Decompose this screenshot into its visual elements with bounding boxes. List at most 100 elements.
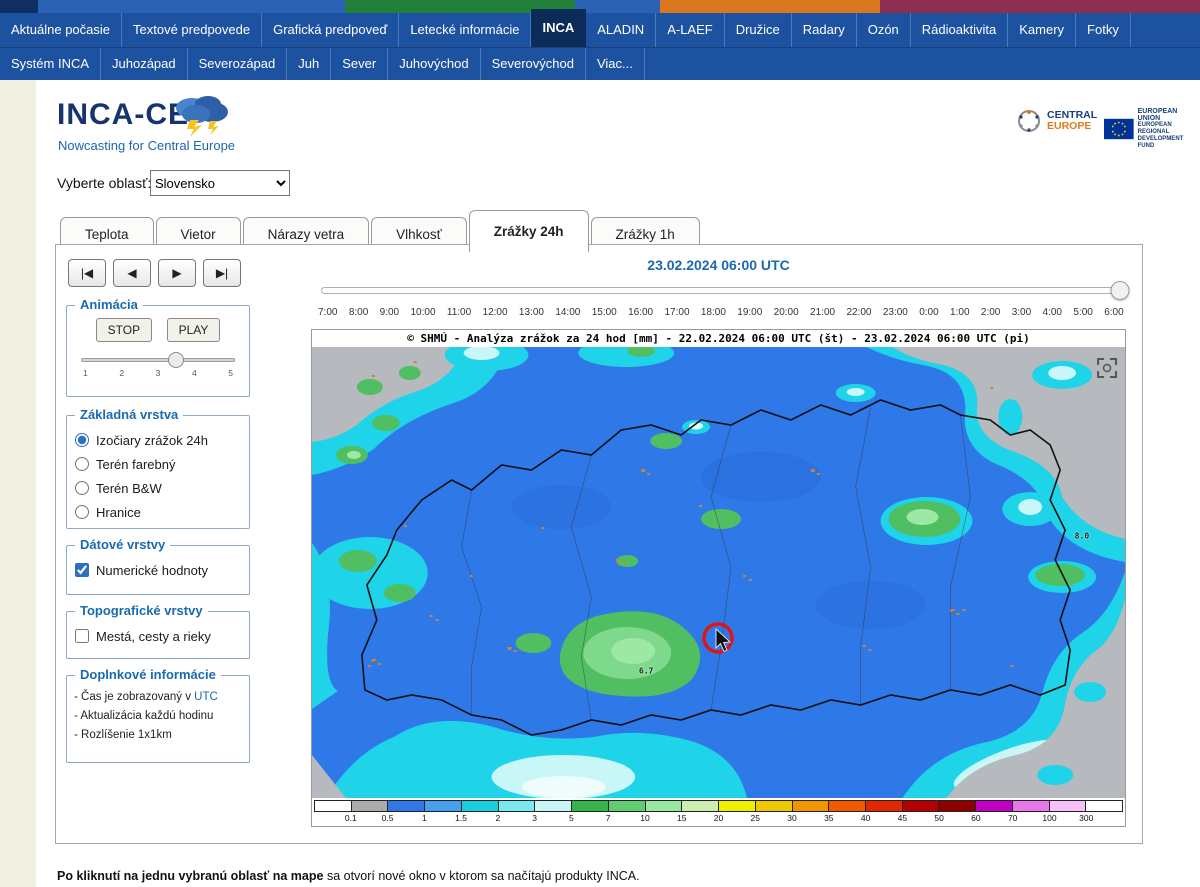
nav-tab-severovychod[interactable]: Severovýchod <box>481 48 586 80</box>
stop-button[interactable]: STOP <box>96 318 152 342</box>
speed-tick-label: 1 <box>83 368 88 378</box>
nav-tab-viac[interactable]: Viac... <box>586 48 645 80</box>
utc-link[interactable]: UTC <box>194 691 218 703</box>
radio-option-izociary-zrazok-24h[interactable]: Izočiary zrážok 24h <box>75 428 241 452</box>
nav-tab-inca[interactable]: INCA <box>531 9 586 47</box>
legend-label: 3 <box>532 813 537 823</box>
legend-label: 70 <box>1008 813 1017 823</box>
previous-frame-button[interactable]: ◀ <box>113 259 151 287</box>
speed-tick-label: 5 <box>228 368 233 378</box>
current-time-label: 23.02.2024 06:00 UTC <box>311 257 1126 273</box>
option-label: Hranice <box>96 505 141 520</box>
nav-primary: Aktuálne počasieTextové predpovedeGrafic… <box>0 13 1200 47</box>
central-europe-text-2: EUROPE <box>1047 121 1097 132</box>
legend-cell <box>646 801 683 811</box>
radio-hranice[interactable] <box>75 505 89 519</box>
nav-tab-radioaktivita[interactable]: Rádioaktivita <box>911 13 1008 47</box>
timeline-tick-label: 22:00 <box>846 307 871 318</box>
checkbox-option-mesta-cesty-a-rieky[interactable]: Mestá, cesty a rieky <box>75 624 241 648</box>
legend-label: 0.1 <box>345 813 357 823</box>
legend-cell <box>939 801 976 811</box>
radio-teren-farebny[interactable] <box>75 457 89 471</box>
legend-label: 0.5 <box>382 813 394 823</box>
step-buttons: |◀ ◀ ▶ ▶| <box>68 259 241 287</box>
legend-label: 300 <box>1079 813 1093 823</box>
nav-tab-druzice[interactable]: Družice <box>725 13 792 47</box>
topo-layers-box: Topografické vrstvy Mestá, cesty a rieky <box>66 611 250 659</box>
legend-label: 60 <box>971 813 980 823</box>
info-line: - Čas je zobrazovaný v UTC <box>74 688 242 707</box>
nav-tab-aladin[interactable]: ALADIN <box>586 13 656 47</box>
region-select[interactable]: Slovensko <box>150 170 290 196</box>
legend-cell <box>719 801 756 811</box>
nav-tab-juhovychod[interactable]: Juhovýchod <box>388 48 480 80</box>
nav-tab-system-inca[interactable]: Systém INCA <box>0 48 101 80</box>
top-strip-segment <box>575 0 660 13</box>
region-select-label: Vyberte oblasť: <box>57 175 151 191</box>
map-image[interactable]: 6.78.0 <box>312 347 1125 798</box>
timeline-tick-label: 16:00 <box>628 307 653 318</box>
nav-tab-radary[interactable]: Radary <box>792 13 857 47</box>
top-strip-segment <box>880 0 1200 13</box>
checkbox-mesta-cesty-a-rieky[interactable] <box>75 629 89 643</box>
timeline-tick-label: 21:00 <box>810 307 835 318</box>
timeline-handle[interactable] <box>1111 281 1130 300</box>
nav-tab-ozon[interactable]: Ozón <box>857 13 911 47</box>
option-label: Terén farebný <box>96 457 176 472</box>
legend-cell <box>462 801 499 811</box>
legend-cell <box>793 801 830 811</box>
legend-label: 15 <box>677 813 686 823</box>
timeline-tick-label: 7:00 <box>318 307 337 318</box>
play-button[interactable]: PLAY <box>167 318 221 342</box>
nav-tab-severozapad[interactable]: Severozápad <box>188 48 288 80</box>
checkbox-option-numericke-hodnoty[interactable]: Numerické hodnoty <box>75 558 241 582</box>
next-frame-button[interactable]: ▶ <box>158 259 196 287</box>
nav-tab-letecke-informacie[interactable]: Letecké informácie <box>399 13 531 47</box>
animation-speed-handle[interactable] <box>168 352 184 368</box>
animation-speed-scale: 12345 <box>83 368 233 378</box>
map-legend: 0.10.511.5235710152025303540455060701003… <box>312 798 1125 825</box>
nav-tab-kamery[interactable]: Kamery <box>1008 13 1076 47</box>
legend-cell <box>535 801 572 811</box>
timeline-tick-label: 4:00 <box>1043 307 1062 318</box>
nav-tab-juhozapad[interactable]: Juhozápad <box>101 48 188 80</box>
top-strip <box>0 0 1200 13</box>
timeline-tick-label: 19:00 <box>737 307 762 318</box>
nav-secondary: Systém INCAJuhozápadSeverozápadJuhSeverJ… <box>0 47 1200 80</box>
nav-tab-aktualne-pocasie[interactable]: Aktuálne počasie <box>0 13 122 47</box>
nav-tab-textove-predpovede[interactable]: Textové predpovede <box>122 13 262 47</box>
nav-tab-graficka-predpoved[interactable]: Grafická predpoveď <box>262 13 399 47</box>
radio-option-teren-b-w[interactable]: Terén B&W <box>75 476 241 500</box>
radio-izociary-zrazok-24h[interactable] <box>75 433 89 447</box>
timeline-tick-label: 14:00 <box>555 307 580 318</box>
first-frame-button[interactable]: |◀ <box>68 259 106 287</box>
legend-label: 1 <box>422 813 427 823</box>
nav-tab-a-laef[interactable]: A-LAEF <box>656 13 725 47</box>
timeline-tick-label: 17:00 <box>664 307 689 318</box>
legend-cell <box>756 801 793 811</box>
radio-option-hranice[interactable]: Hranice <box>75 500 241 524</box>
radio-option-teren-farebny[interactable]: Terén farebný <box>75 452 241 476</box>
legend-label: 25 <box>751 813 760 823</box>
animation-box: Animácia STOP PLAY 12345 <box>66 305 250 397</box>
legend-label: 40 <box>861 813 870 823</box>
nav-tab-juh[interactable]: Juh <box>287 48 331 80</box>
storm-cloud-icon <box>168 92 234 138</box>
checkbox-numericke-hodnoty[interactable] <box>75 563 89 577</box>
last-frame-button[interactable]: ▶| <box>203 259 241 287</box>
tab-zrazky-24h[interactable]: Zrážky 24h <box>469 210 589 252</box>
data-layers-box: Dátové vrstvy Numerické hodnoty <box>66 545 250 595</box>
timeline-slider[interactable] <box>321 287 1121 294</box>
info-lines: - Čas je zobrazovaný v UTC- Aktualizácia… <box>67 676 249 749</box>
info-line: - Aktualizácia každú hodinu <box>74 707 242 726</box>
option-label: Mestá, cesty a rieky <box>96 629 211 644</box>
topo-layer-options: Mestá, cesty a rieky <box>67 612 249 652</box>
animation-speed-slider[interactable] <box>81 358 235 362</box>
nav-tab-fotky[interactable]: Fotky <box>1076 13 1131 47</box>
base-layer-box: Základná vrstva Izočiary zrážok 24hTerén… <box>66 415 250 529</box>
legend-cell <box>976 801 1013 811</box>
radio-teren-b-w[interactable] <box>75 481 89 495</box>
footer-note-text: sa otvorí nové okno v ktorom sa načítajú… <box>323 869 639 883</box>
nav-tab-sever[interactable]: Sever <box>331 48 388 80</box>
legend-cell <box>682 801 719 811</box>
